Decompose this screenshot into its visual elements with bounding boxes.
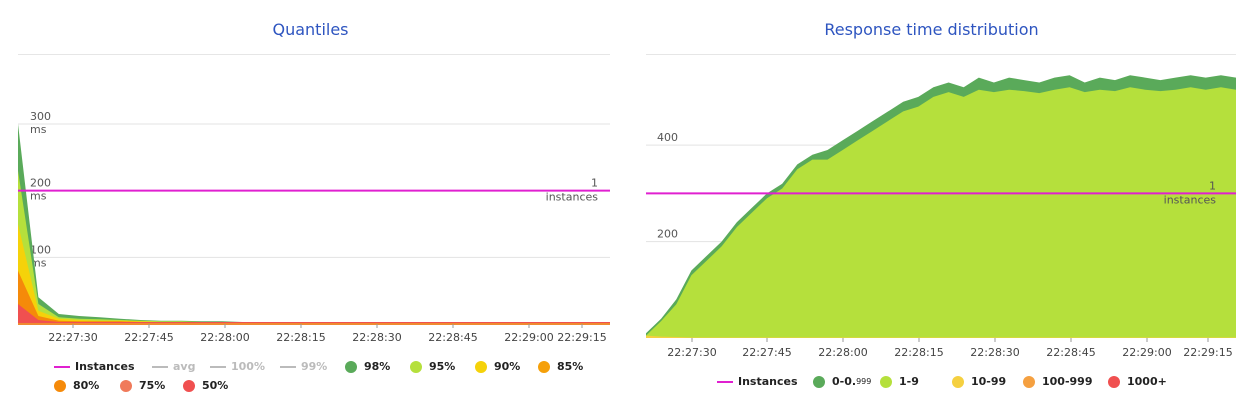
instances-unit: instances <box>1164 193 1217 206</box>
legend-item-99pct[interactable]: 99% <box>280 360 327 373</box>
legend-item-avg[interactable]: avg <box>152 360 195 373</box>
legend-dot-icon <box>475 360 487 373</box>
series-area-1-9 <box>646 87 1236 338</box>
legend-item-1000plus[interactable]: 1000+ <box>1108 375 1167 388</box>
x-tick-label: 22:29:00 <box>504 331 553 344</box>
y-tick-label: 300 <box>30 110 51 123</box>
legend-dot-icon <box>1108 375 1120 388</box>
legend-label: Instances <box>75 360 135 373</box>
instances-value: 1 <box>1209 179 1216 192</box>
series-area-95pct <box>18 170 610 324</box>
response-time-panel: Response time distribution 400 200 1 instan… <box>621 0 1242 403</box>
x-tick-label: 22:28:45 <box>1046 346 1095 359</box>
series-area-80pct <box>18 270 610 324</box>
legend-label: Instances <box>738 375 798 388</box>
legend-label: 80% <box>73 379 100 392</box>
legend-label: 0-0. <box>832 375 857 388</box>
x-tick-label: 22:28:45 <box>428 331 477 344</box>
legend-line-icon <box>54 365 70 368</box>
legend-item-10-99[interactable]: 10-99 <box>952 375 1006 388</box>
x-tick-label: 22:28:15 <box>894 346 943 359</box>
legend-dot-icon <box>183 379 195 392</box>
response-time-plot: 400 200 1instances 22:27:30 22:27:45 22:28:00… <box>646 75 1236 359</box>
x-tick-label: 22:27:30 <box>667 346 716 359</box>
instances-value: 1 <box>591 177 598 190</box>
legend-label: 85% <box>557 360 584 373</box>
legend-label: 98% <box>364 360 391 373</box>
legend-item-50pct[interactable]: 50% <box>183 379 228 392</box>
x-tick-label: 22:27:45 <box>742 346 791 359</box>
legend-line-icon <box>717 380 733 383</box>
legend-dot-icon <box>1023 375 1035 388</box>
legend-item-90pct[interactable]: 90% <box>475 360 520 373</box>
quantiles-panel: Quantiles 300 ms 200 ms 100 ms 1 instances 22:27… <box>0 0 621 403</box>
legend-dot-icon <box>345 360 357 373</box>
legend-label: 1000+ <box>1127 375 1167 388</box>
x-tick-label: 22:28:30 <box>352 331 401 344</box>
legend-label-suffix: 999 <box>856 377 872 386</box>
legend-item-85pct[interactable]: 85% <box>538 360 583 373</box>
legend-item-98pct[interactable]: 98% <box>345 360 390 373</box>
legend-label: 1-9 <box>899 375 919 388</box>
legend-item-100pct[interactable]: 100% <box>210 360 265 373</box>
legend-label: 100-999 <box>1042 375 1093 388</box>
quantiles-plot: 300ms200ms100ms1instances22:27:30 22:27:4… <box>18 110 610 344</box>
legend-line-icon <box>210 365 226 368</box>
legend-dot-icon <box>120 379 132 392</box>
x-tick-label: 22:28:15 <box>276 331 325 344</box>
legend-item-75pct[interactable]: 75% <box>120 379 165 392</box>
legend-dot-icon <box>54 379 66 392</box>
legend-label: 100% <box>231 360 265 373</box>
x-tick-label: 22:29:15 <box>557 331 606 344</box>
legend-item-Instances[interactable]: Instances <box>717 375 798 388</box>
legend-label: 99% <box>301 360 328 373</box>
y-tick-label: 200 <box>657 228 678 241</box>
y-tick-label: 200 <box>30 177 51 190</box>
x-tick-label: 22:27:30 <box>48 331 97 344</box>
x-tick-label: 22:28:00 <box>200 331 249 344</box>
legend-dot-icon <box>952 375 964 388</box>
legend-label: 50% <box>202 379 229 392</box>
series-area-98pct <box>18 124 610 324</box>
legend-item-0-0999[interactable]: 0-0. 999 <box>813 375 871 388</box>
x-tick-label: 22:29:15 <box>1183 346 1232 359</box>
legend-item-1-9[interactable]: 1-9 <box>880 375 919 388</box>
legend-dot-icon <box>813 375 825 388</box>
y-tick-label: 400 <box>657 131 678 144</box>
y-tick-unit: ms <box>30 123 47 136</box>
x-tick-label: 22:29:00 <box>1122 346 1171 359</box>
legend-line-icon <box>152 365 168 368</box>
legend-dot-icon <box>410 360 422 373</box>
series-area-90pct <box>18 224 610 324</box>
x-tick-label: 22:28:00 <box>818 346 867 359</box>
legend-item-80pct[interactable]: 80% <box>54 379 99 392</box>
x-tick-label: 22:28:30 <box>970 346 1019 359</box>
legend-label: 90% <box>494 360 521 373</box>
legend-item-95pct[interactable]: 95% <box>410 360 455 373</box>
legend-item-100-999[interactable]: 100-999 <box>1023 375 1093 388</box>
x-tick-label: 22:27:45 <box>124 331 173 344</box>
legend-dot-icon <box>880 375 892 388</box>
legend-label: avg <box>173 360 196 373</box>
legend-label: 75% <box>139 379 166 392</box>
legend-item-instances[interactable]: Instances <box>54 360 135 373</box>
legend-dot-icon <box>538 360 550 373</box>
legend-label: 95% <box>429 360 456 373</box>
legend-line-icon <box>280 365 296 368</box>
instances-unit: instances <box>546 191 599 204</box>
legend-label: 10-99 <box>971 375 1007 388</box>
